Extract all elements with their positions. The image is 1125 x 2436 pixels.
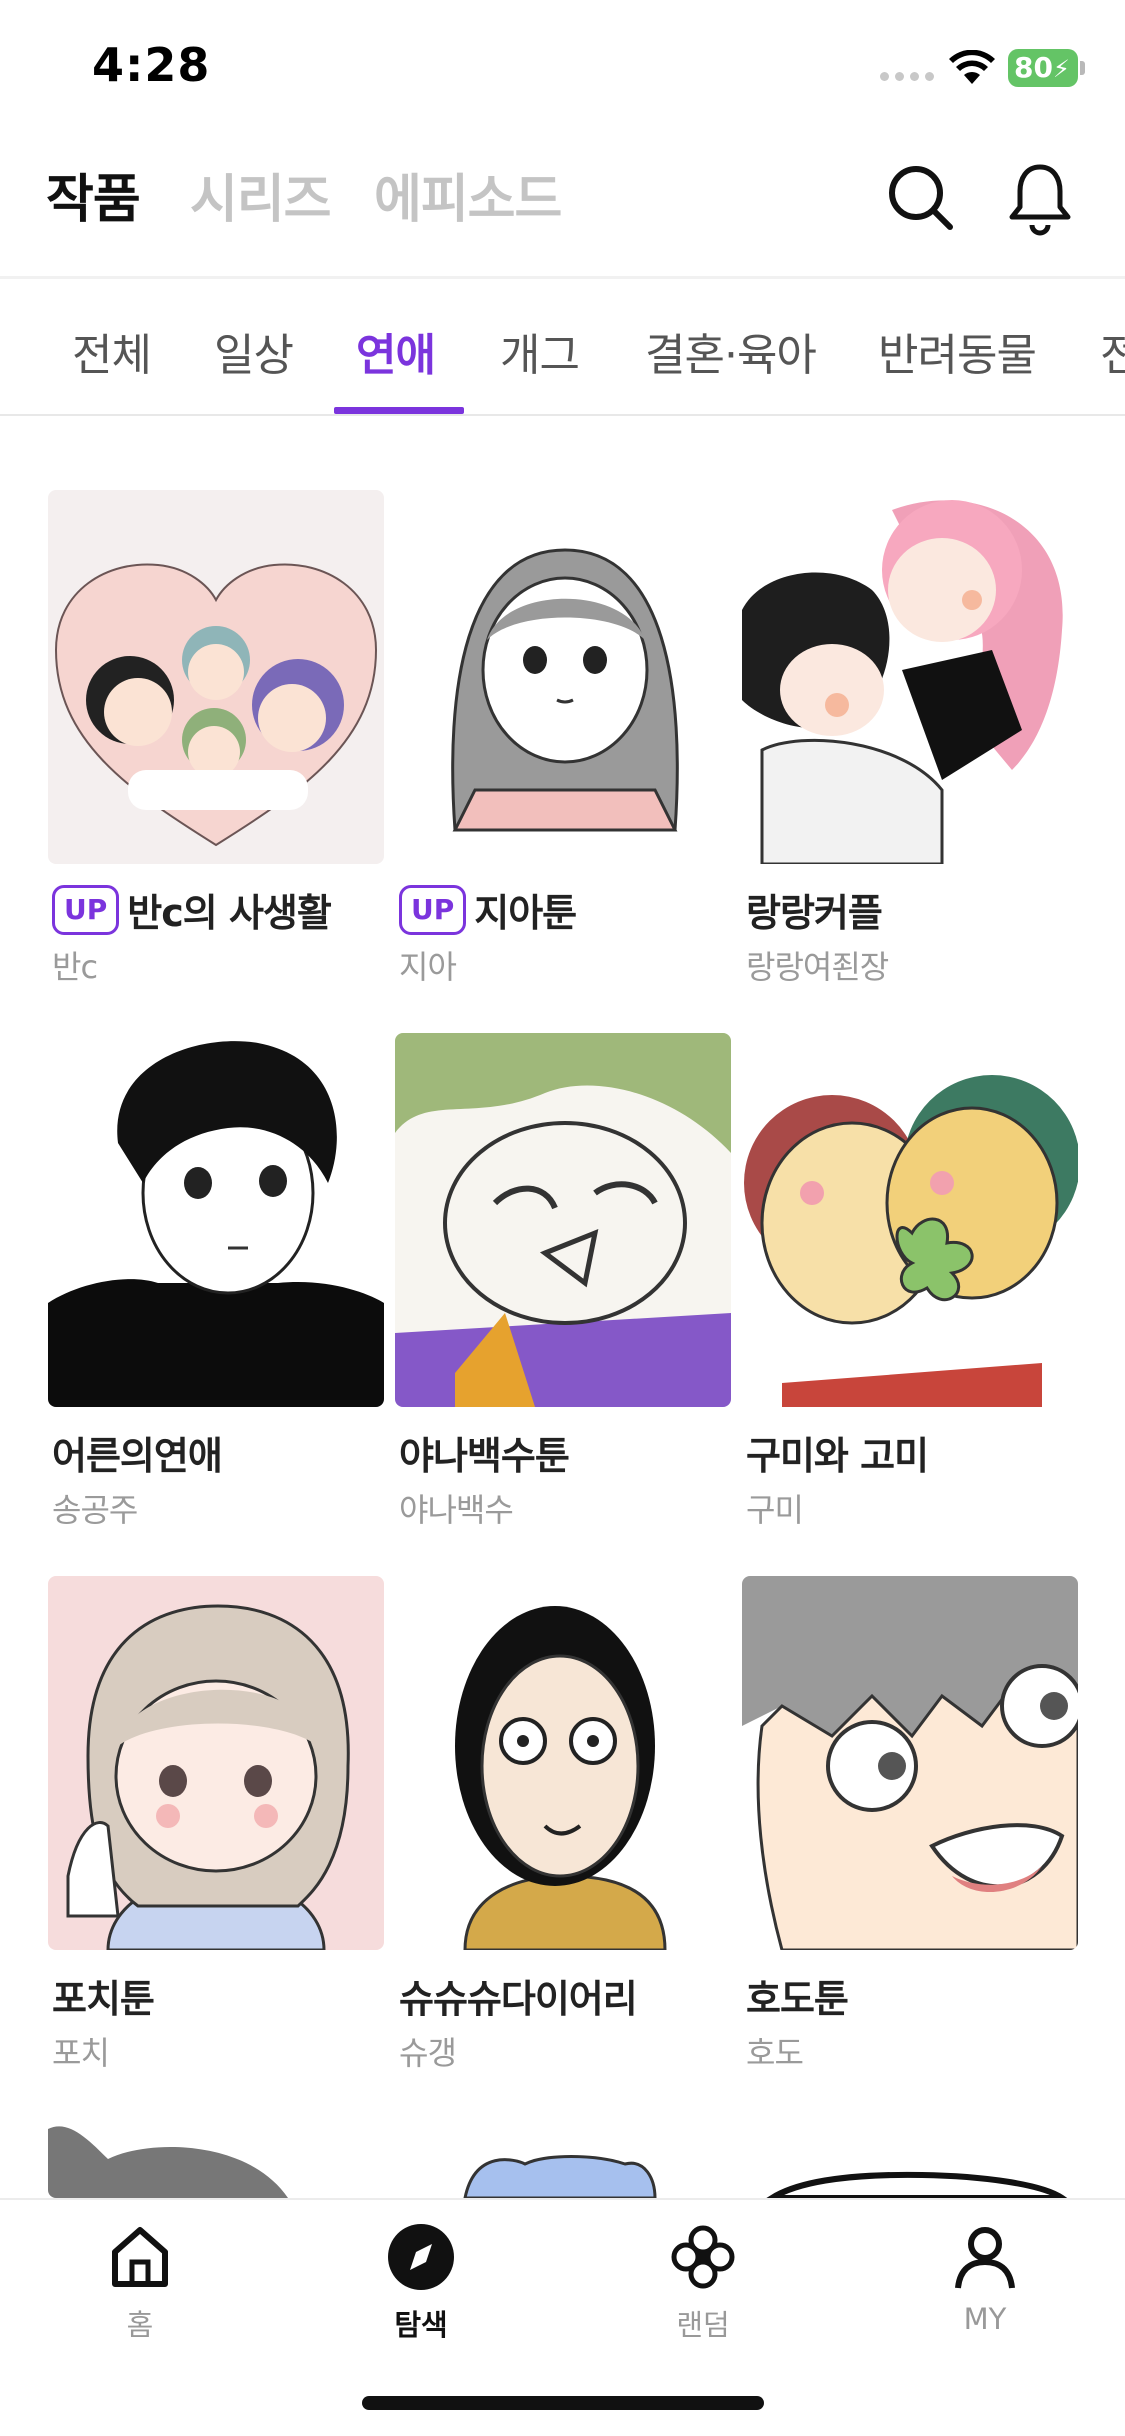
work-title-row: 구미와 고미 — [746, 1425, 929, 1480]
compass-icon — [388, 2224, 454, 2290]
tab-series[interactable]: 시리즈 — [190, 157, 332, 232]
work-title-row: 어른의연애 — [52, 1425, 223, 1480]
work-title-row: 슈슈슈다이어리 — [399, 1968, 638, 2023]
work-thumbnail[interactable] — [395, 2119, 731, 2198]
genre-tab-more[interactable]: 전 — [1100, 319, 1125, 383]
work-thumbnail[interactable] — [742, 1576, 1078, 1950]
battery-level: 80 — [1014, 51, 1053, 84]
tab-episodes[interactable]: 에피소드 — [374, 157, 562, 232]
work-title-row: UP 반c의 사생활 — [52, 882, 332, 937]
genre-tab-pets[interactable]: 반려동물 — [878, 319, 1037, 383]
work-title: 어른의연애 — [52, 1434, 223, 1478]
work-author: 호도 — [746, 2034, 804, 2072]
genre-tabs: 전체 일상 연애 개그 결혼·육아 반려동물 전 — [0, 279, 1125, 416]
top-nav: 작품 시리즈 에피소드 — [0, 135, 1125, 275]
work-title: 포치툰 — [52, 1977, 155, 2021]
work-title: 야나백수툰 — [399, 1434, 570, 1478]
work-author: 송공주 — [52, 1491, 138, 1529]
work-author: 야나백수 — [399, 1491, 514, 1529]
work-title: 지아툰 — [474, 891, 577, 935]
work-thumbnail[interactable] — [48, 490, 384, 864]
app-screen: 4:28 80⚡ 작품 시리즈 에피소드 전체 일상 연애 개그 결혼·육아 반… — [0, 0, 1125, 2436]
work-title-row: 랑랑커플 — [746, 882, 883, 937]
up-badge: UP — [52, 884, 120, 935]
work-title-row: UP 지아툰 — [399, 882, 577, 937]
work-thumbnail[interactable] — [742, 490, 1078, 864]
clover-icon — [671, 2225, 735, 2289]
home-indicator[interactable] — [362, 2396, 764, 2410]
work-title-row: 야나백수툰 — [399, 1425, 570, 1480]
genre-divider — [0, 414, 1125, 416]
wifi-icon — [949, 50, 995, 84]
bottom-tab-my[interactable]: MY — [905, 2220, 1065, 2336]
genre-tab-all[interactable]: 전체 — [72, 319, 152, 383]
work-title: 구미와 고미 — [746, 1434, 929, 1478]
battery-indicator: 80⚡ — [1008, 49, 1078, 87]
work-title: 슈슈슈다이어리 — [399, 1977, 638, 2021]
genre-tab-romance[interactable]: 연애 — [356, 319, 436, 383]
work-thumbnail[interactable] — [395, 490, 731, 864]
work-author: 슈갱 — [399, 2034, 457, 2072]
work-thumbnail[interactable] — [395, 1033, 731, 1407]
work-author: 반c — [52, 948, 98, 986]
up-badge: UP — [399, 884, 467, 935]
genre-tab-daily[interactable]: 일상 — [214, 319, 294, 383]
work-thumbnail[interactable] — [742, 1033, 1078, 1407]
work-author: 지아 — [399, 948, 457, 986]
work-thumbnail[interactable] — [395, 1576, 731, 1950]
home-icon — [112, 2227, 168, 2287]
work-title-row: 호도툰 — [746, 1968, 849, 2023]
genre-tab-comedy[interactable]: 개그 — [500, 319, 580, 383]
work-title-row: 포치툰 — [52, 1968, 155, 2023]
tab-works[interactable]: 작품 — [46, 157, 141, 232]
bottom-tab-random[interactable]: 랜덤 — [623, 2220, 783, 2344]
work-title: 랑랑커플 — [746, 891, 883, 935]
person-icon — [955, 2227, 1015, 2289]
bottom-tab-home[interactable]: 홈 — [60, 2220, 220, 2344]
bottom-tab-label: 홈 — [126, 2308, 154, 2342]
battery-cap — [1080, 61, 1085, 75]
bottom-tab-label: MY — [963, 2302, 1007, 2336]
status-bar: 4:28 80⚡ — [0, 0, 1125, 135]
bell-icon[interactable] — [1000, 157, 1080, 237]
work-title: 호도툰 — [746, 1977, 849, 2021]
genre-tab-marriage[interactable]: 결혼·육아 — [645, 319, 817, 383]
signal-icon — [880, 72, 934, 81]
work-thumbnail[interactable] — [48, 2119, 384, 2198]
bottom-tab-label: 랜덤 — [676, 2308, 730, 2342]
work-thumbnail[interactable] — [48, 1576, 384, 1950]
work-author: 구미 — [746, 1491, 804, 1529]
work-title: 반c의 사생활 — [127, 891, 332, 935]
work-thumbnail[interactable] — [48, 1033, 384, 1407]
status-time: 4:28 — [92, 38, 211, 92]
genre-active-underline — [334, 407, 464, 414]
bottom-tab-label: 탐색 — [394, 2308, 448, 2342]
work-author: 랑랑여죈장 — [746, 948, 889, 986]
work-author: 포치 — [52, 2034, 110, 2072]
search-icon[interactable] — [880, 157, 960, 237]
work-thumbnail[interactable] — [742, 2119, 1078, 2198]
bottom-tab-explore[interactable]: 탐색 — [341, 2220, 501, 2344]
